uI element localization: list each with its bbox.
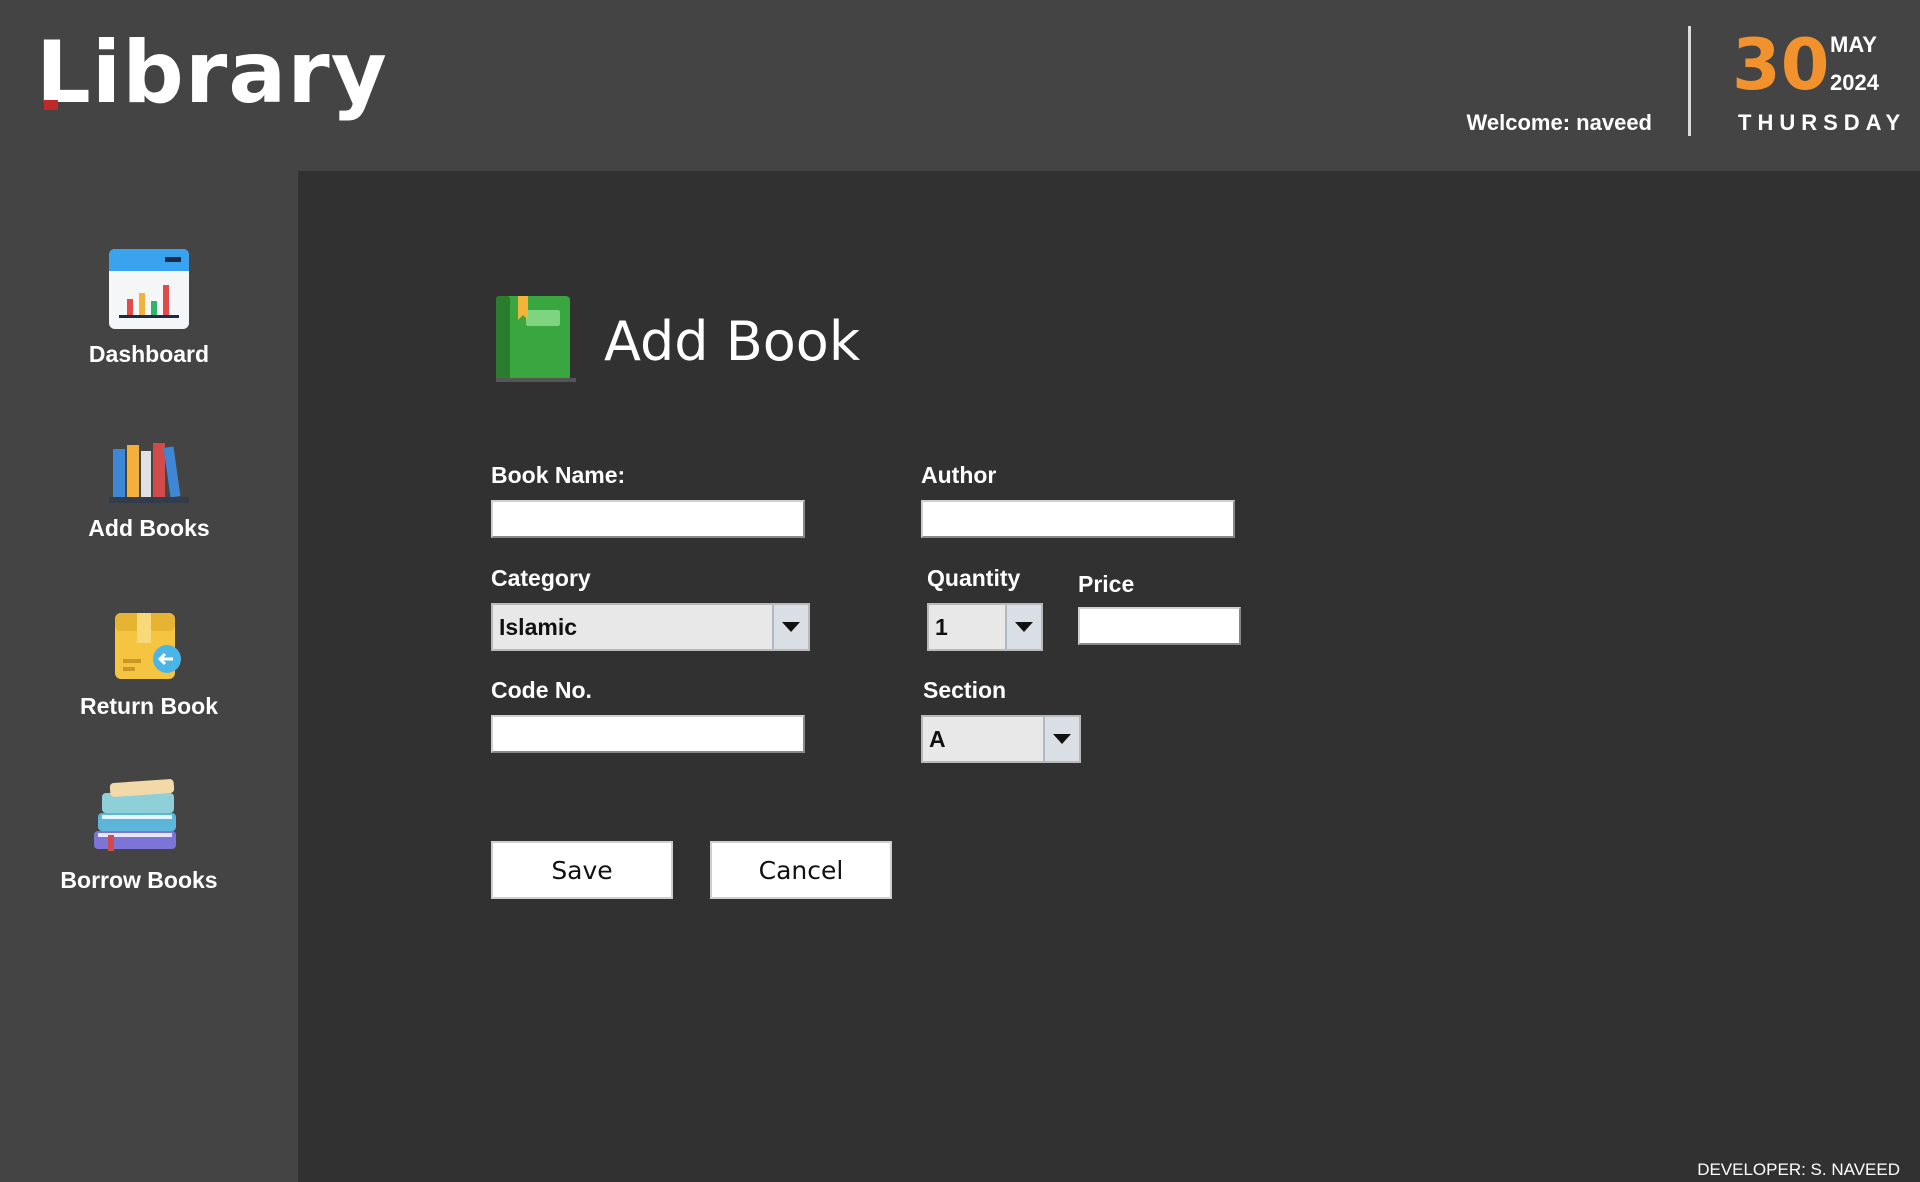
- section-label: Section: [923, 677, 1007, 703]
- save-button[interactable]: Save: [491, 841, 673, 899]
- date-weekday: THURSDAY: [1738, 110, 1907, 135]
- date-month: MAY: [1830, 32, 1877, 57]
- dashboard-chart-icon: [109, 249, 189, 329]
- sidebar-item-label: Return Book: [80, 693, 218, 719]
- book-stack-icon: [94, 779, 176, 851]
- date-day: 30: [1732, 24, 1830, 106]
- book-name-label: Book Name:: [491, 462, 626, 488]
- developer-credit: DEVELOPER: S. NAVEED: [1697, 1160, 1900, 1179]
- price-label: Price: [1078, 571, 1135, 597]
- section-select[interactable]: A: [921, 715, 1081, 763]
- welcome-text: Welcome: naveed: [1466, 110, 1652, 135]
- author-label: Author: [921, 462, 997, 488]
- code-no-input[interactable]: [491, 715, 805, 753]
- books-shelf-icon: [109, 443, 189, 503]
- sidebar-item-label: Borrow Books: [60, 867, 218, 893]
- sidebar-item-label: Add Books: [88, 515, 210, 541]
- quantity-value: 1: [935, 613, 948, 640]
- category-value: Islamic: [499, 613, 577, 640]
- sidebar-item-label: Dashboard: [88, 341, 210, 367]
- code-no-label: Code No.: [491, 677, 592, 703]
- sidebar-item-borrow-books[interactable]: Borrow Books: [0, 775, 298, 894]
- category-select[interactable]: Islamic: [491, 603, 810, 651]
- logo-bookmark-icon: [44, 100, 82, 110]
- price-input[interactable]: [1078, 607, 1241, 645]
- cancel-button[interactable]: Cancel: [710, 841, 892, 899]
- header-divider: [1688, 26, 1691, 136]
- author-input[interactable]: [921, 500, 1235, 538]
- page-title: Add Book: [604, 310, 861, 373]
- return-box-icon: [115, 613, 181, 679]
- category-label: Category: [491, 565, 591, 591]
- quantity-select[interactable]: 1: [927, 603, 1043, 651]
- sidebar-item-return-book[interactable]: Return Book: [0, 609, 298, 720]
- date-year: 2024: [1830, 70, 1879, 95]
- section-value: A: [929, 725, 946, 752]
- quantity-label: Quantity: [927, 565, 1021, 591]
- chevron-down-icon[interactable]: [772, 605, 808, 649]
- chevron-down-icon[interactable]: [1005, 605, 1041, 649]
- app-header: Library Welcome: naveed 30 MAY 2024 THUR…: [0, 0, 1920, 171]
- chevron-down-icon[interactable]: [1043, 717, 1079, 761]
- sidebar: Dashboard Add Books Return Book Borrow B…: [0, 171, 298, 1182]
- app-logo: Library: [36, 23, 388, 123]
- sidebar-item-add-books[interactable]: Add Books: [0, 439, 298, 542]
- green-book-icon: [496, 296, 576, 382]
- book-name-input[interactable]: [491, 500, 805, 538]
- sidebar-item-dashboard[interactable]: Dashboard: [0, 247, 298, 368]
